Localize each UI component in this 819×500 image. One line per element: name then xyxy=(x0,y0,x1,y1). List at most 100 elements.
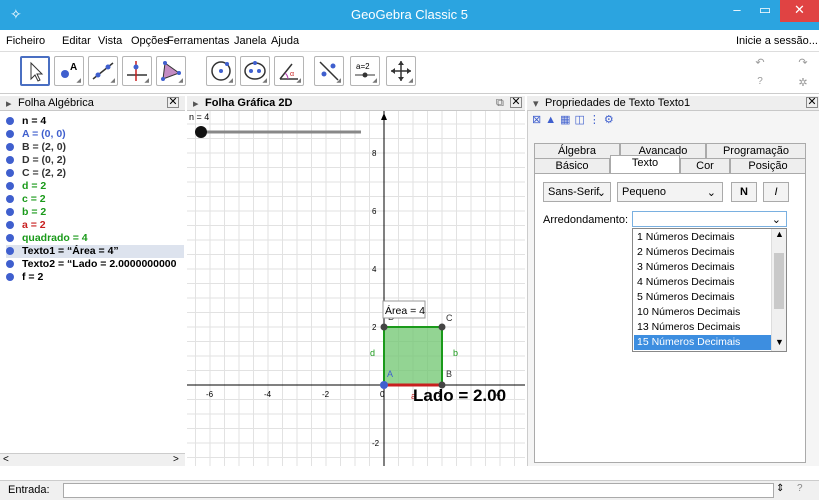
visibility-dot-icon[interactable] xyxy=(6,156,14,164)
redo-icon[interactable]: ↷ xyxy=(792,56,814,70)
slider-tool-button[interactable]: a=2 ◢ xyxy=(350,56,380,86)
close-view-icon[interactable]: ✕ xyxy=(510,97,522,108)
tab-programacao[interactable]: Programação xyxy=(706,143,806,159)
visibility-dot-icon[interactable] xyxy=(6,247,14,255)
menu-opcoes[interactable]: Opções xyxy=(131,35,169,47)
algebra-item[interactable]: C = (2, 2) xyxy=(6,167,184,180)
point-A[interactable] xyxy=(380,381,388,389)
visibility-dot-icon[interactable] xyxy=(6,143,14,151)
algebra-item[interactable]: b = 2 xyxy=(6,206,184,219)
tab-algebra[interactable]: Álgebra xyxy=(534,143,620,159)
angle-tool-button[interactable]: α ◢ xyxy=(274,56,304,86)
point-D[interactable] xyxy=(380,323,388,331)
visibility-dot-icon[interactable] xyxy=(6,273,14,281)
menu-vista[interactable]: Vista xyxy=(98,35,122,47)
algebra-item[interactable]: quadrado = 4 xyxy=(6,232,184,245)
rounding-option[interactable]: 10 Números Decimais xyxy=(634,305,771,320)
input-field[interactable] xyxy=(63,483,774,498)
help-icon[interactable]: ? xyxy=(797,483,803,494)
collapse-arrow-icon[interactable]: ▾ xyxy=(533,97,539,110)
maximize-button[interactable]: ▭ xyxy=(752,0,778,22)
close-view-icon[interactable]: ✕ xyxy=(806,97,818,108)
more-icon[interactable]: ⋮ xyxy=(589,114,604,126)
move-graphics-tool-button[interactable]: ◢ xyxy=(386,56,416,86)
rounding-option[interactable]: 4 Números Decimais xyxy=(634,275,771,290)
close-button[interactable]: ✕ xyxy=(780,0,819,22)
rounding-option[interactable]: 13 Números Decimais xyxy=(634,320,771,335)
help-icon[interactable]: ? xyxy=(751,76,769,90)
gear-icon[interactable]: ✲ xyxy=(794,76,812,90)
undock-icon[interactable]: ⧉ xyxy=(496,97,504,110)
algebra-item[interactable]: f = 2 xyxy=(6,271,184,284)
layout-icon[interactable]: ▦ xyxy=(560,114,574,126)
italic-button[interactable]: I xyxy=(763,182,789,202)
menu-janela[interactable]: Janela xyxy=(234,35,266,47)
visibility-dot-icon[interactable] xyxy=(6,169,14,177)
undo-icon[interactable]: ↶ xyxy=(749,56,771,70)
algebra-item[interactable]: n = 4 xyxy=(6,115,184,128)
login-link[interactable]: Inicie a sessão... xyxy=(736,35,818,47)
visibility-dot-icon[interactable] xyxy=(6,182,14,190)
visibility-dot-icon[interactable] xyxy=(6,130,14,138)
font-select[interactable]: Sans-Serif ⌄ xyxy=(543,182,611,202)
collapse-arrow-icon[interactable]: ▸ xyxy=(193,97,199,110)
visibility-dot-icon[interactable] xyxy=(6,234,14,242)
rounding-dropdown-list[interactable]: 1 Números Decimais 2 Números Decimais 3 Nú… xyxy=(632,228,787,352)
graphics-canvas[interactable]: -6-4-20248642-2 A B C D b d a Área = 4 L… xyxy=(187,111,525,466)
menu-editar[interactable]: Editar xyxy=(62,35,91,47)
conic-tool-button[interactable]: ◢ xyxy=(240,56,270,86)
scroll-up-icon[interactable]: ▲ xyxy=(775,229,784,239)
slider-handle[interactable] xyxy=(195,126,207,138)
collapse-arrow-icon[interactable]: ▸ xyxy=(6,97,12,110)
graphics-view[interactable]: -6-4-20248642-2 A B C D b d a Área = 4 L… xyxy=(187,111,525,466)
scroll-down-icon[interactable]: ▼ xyxy=(775,337,784,347)
tab-texto[interactable]: Texto xyxy=(610,155,680,174)
polygon-tool-button[interactable]: ◢ xyxy=(156,56,186,86)
rounding-option[interactable]: 3 Números Decimais xyxy=(634,260,771,275)
circle-tool-button[interactable]: ◢ xyxy=(206,56,236,86)
bold-button[interactable]: N xyxy=(731,182,757,202)
algebra-scrollbar[interactable]: < > xyxy=(0,453,185,466)
scroll-thumb[interactable] xyxy=(774,253,784,309)
lado-text[interactable]: Lado = 2.00 xyxy=(413,386,506,405)
move-tool-button[interactable] xyxy=(20,56,50,86)
algebra-item[interactable]: c = 2 xyxy=(6,193,184,206)
triangle-icon[interactable]: ▲ xyxy=(545,114,560,126)
size-select[interactable]: Pequeno ⌄ xyxy=(617,182,723,202)
algebra-item[interactable]: D = (0, 2) xyxy=(6,154,184,167)
algebra-item[interactable]: a = 2 xyxy=(6,219,184,232)
algebra-item[interactable]: Texto1 = “Área = 4” xyxy=(6,245,184,258)
default-icon[interactable]: ◫ xyxy=(575,114,589,126)
scroll-right-icon[interactable]: > xyxy=(173,454,179,465)
line-tool-button[interactable]: ◢ xyxy=(88,56,118,86)
minimize-button[interactable]: – xyxy=(724,0,750,22)
menu-ferramentas[interactable]: Ferramentas xyxy=(167,35,229,47)
close-view-icon[interactable]: ✕ xyxy=(167,97,179,108)
visibility-dot-icon[interactable] xyxy=(6,260,14,268)
visibility-dot-icon[interactable] xyxy=(6,195,14,203)
point-C[interactable] xyxy=(438,323,446,331)
history-icon[interactable]: ⇕ xyxy=(776,483,784,494)
rounding-option[interactable]: 15 Números Decimais xyxy=(634,335,771,350)
rounding-option[interactable]: 2 Números Decimais xyxy=(634,245,771,260)
graphics-view-icon[interactable]: ⊠ xyxy=(532,114,545,126)
reflect-tool-button[interactable]: ◢ xyxy=(314,56,344,86)
visibility-dot-icon[interactable] xyxy=(6,208,14,216)
rounding-select[interactable]: ⌄ xyxy=(632,211,787,227)
perpendicular-tool-button[interactable]: ◢ xyxy=(122,56,152,86)
algebra-item[interactable]: Texto2 = “Lado = 2.0000000000 xyxy=(6,258,184,271)
point-tool-button[interactable]: A ◢ xyxy=(54,56,84,86)
advanced-icon[interactable]: ⚙ xyxy=(604,114,618,126)
menu-ficheiro[interactable]: Ficheiro xyxy=(6,35,45,47)
algebra-item[interactable]: A = (0, 0) xyxy=(6,128,184,141)
algebra-item[interactable]: d = 2 xyxy=(6,180,184,193)
menu-ajuda[interactable]: Ajuda xyxy=(271,35,299,47)
algebra-item[interactable]: B = (2, 0) xyxy=(6,141,184,154)
area-text[interactable]: Área = 4 xyxy=(385,304,425,317)
rounding-option[interactable]: 1 Números Decimais xyxy=(634,230,771,245)
visibility-dot-icon[interactable] xyxy=(6,117,14,125)
scroll-left-icon[interactable]: < xyxy=(3,454,9,465)
tab-posicao[interactable]: Posição xyxy=(730,158,806,174)
dropdown-scrollbar[interactable]: ▲ ▼ xyxy=(771,229,786,351)
tab-basico[interactable]: Básico xyxy=(534,158,610,174)
